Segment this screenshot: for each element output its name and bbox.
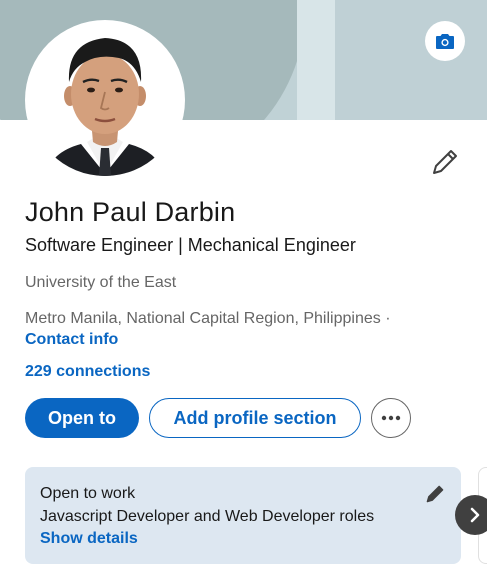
profile-photo-image	[29, 24, 181, 176]
open-to-work-card: Open to work Javascript Developer and We…	[25, 467, 461, 564]
connections-link[interactable]: 229 connections	[25, 363, 150, 381]
add-profile-section-button[interactable]: Add profile section	[149, 398, 361, 438]
edit-open-to-work-button[interactable]	[423, 482, 447, 506]
edit-cover-photo-button[interactable]	[425, 21, 465, 61]
profile-location: Metro Manila, National Capital Region, P…	[25, 310, 391, 327]
pencil-icon	[426, 485, 444, 503]
cover-shape	[297, 0, 335, 120]
chevron-right-icon	[470, 507, 480, 523]
more-actions-button[interactable]	[371, 398, 411, 438]
avatar	[29, 24, 181, 176]
contact-info-link[interactable]: Contact info	[25, 331, 118, 349]
ellipsis-icon	[381, 415, 401, 421]
open-to-work-roles: Javascript Developer and Web Developer r…	[40, 508, 375, 525]
open-to-work-title: Open to work	[40, 485, 136, 502]
carousel-next-button[interactable]	[455, 495, 487, 535]
camera-icon	[436, 34, 454, 49]
show-details-link[interactable]: Show details	[40, 530, 138, 548]
profile-photo[interactable]	[25, 20, 185, 180]
cover-shape	[335, 0, 487, 120]
open-to-button[interactable]: Open to	[25, 398, 139, 438]
edit-intro-button[interactable]	[429, 146, 461, 178]
pencil-icon	[433, 150, 457, 174]
profile-name: John Paul Darbin	[25, 197, 236, 227]
profile-education[interactable]: University of the East	[25, 274, 176, 292]
profile-headline: Software Engineer | Mechanical Engineer	[25, 235, 356, 255]
